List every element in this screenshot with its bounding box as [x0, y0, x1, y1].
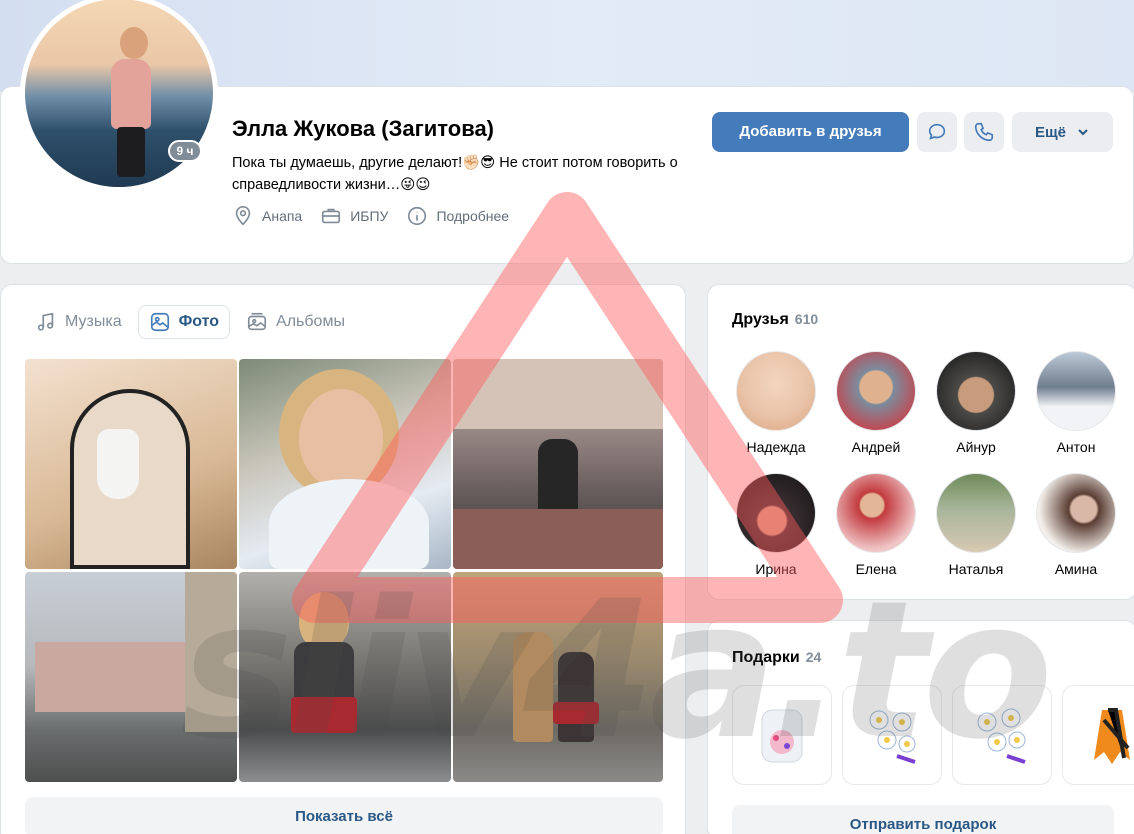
flowers-icon	[869, 710, 916, 764]
meta-work[interactable]: ИБПУ	[320, 205, 388, 227]
gifts-list	[732, 685, 1134, 785]
gift-item[interactable]	[842, 685, 942, 785]
message-icon	[928, 123, 946, 140]
candy-jar-icon	[761, 709, 803, 763]
avatar	[836, 473, 916, 553]
albums-icon	[247, 312, 267, 331]
add-friend-button[interactable]: Добавить в друзья	[712, 112, 909, 152]
meta-city-label: Анапа	[262, 208, 303, 224]
friends-title: Друзья	[732, 311, 789, 328]
avatar	[936, 473, 1016, 553]
message-button[interactable]	[917, 112, 957, 152]
photo-thumbnail[interactable]	[239, 572, 451, 782]
avatar	[1036, 473, 1116, 553]
meta-work-label: ИБПУ	[350, 208, 389, 224]
friends-count: 610	[794, 311, 819, 327]
tab-music[interactable]: Музыка	[25, 305, 132, 339]
profile-name: Элла Жукова (Загитова)	[232, 116, 495, 141]
gifts-title: Подарки	[732, 649, 800, 666]
friend-name: Амина	[1054, 561, 1098, 577]
friend-item[interactable]: Елена	[826, 473, 926, 577]
avatar	[736, 473, 816, 553]
online-time-badge: 9 ч	[168, 140, 202, 162]
photo-thumbnail[interactable]	[453, 572, 663, 782]
meta-city[interactable]: Анапа	[232, 205, 302, 227]
friend-name: Елена	[855, 561, 897, 577]
friend-name: Андрей	[851, 439, 901, 455]
photo-thumbnail[interactable]	[25, 572, 237, 782]
friend-name: Наталья	[948, 561, 1004, 577]
media-panel: Музыка Фото Альбомы Показать всё	[0, 284, 686, 834]
more-button-label: Ещё	[1034, 123, 1066, 141]
send-gift-button[interactable]: Отправить подарок	[732, 805, 1114, 834]
gift-item[interactable]	[1062, 685, 1134, 785]
gift-item[interactable]	[952, 685, 1052, 785]
flowers-icon	[977, 708, 1026, 764]
friend-item[interactable]: Надежда	[726, 351, 826, 455]
meta-details[interactable]: Подробнее	[406, 205, 509, 227]
more-button[interactable]: Ещё	[1012, 112, 1113, 152]
gifts-count: 24	[805, 649, 822, 665]
call-button[interactable]	[964, 112, 1004, 152]
gifts-header[interactable]: Подарки 24	[732, 649, 821, 667]
info-icon	[408, 206, 427, 226]
media-tabs: Музыка Фото Альбомы	[25, 305, 355, 339]
friend-item[interactable]: Антон	[1026, 351, 1126, 455]
phone-icon	[974, 122, 994, 142]
location-pin-icon	[235, 206, 251, 226]
friend-name: Айнур	[956, 439, 996, 455]
friend-name: Антон	[1056, 439, 1096, 455]
tab-photos[interactable]: Фото	[137, 305, 231, 339]
photo-grid	[25, 359, 663, 783]
friends-list: Надежда Андрей Айнур Антон Ирина Елена Н…	[726, 351, 1126, 577]
profile-meta: Анапа ИБПУ Подробнее	[232, 205, 509, 227]
friend-item[interactable]: Наталья	[926, 473, 1026, 577]
avatar	[736, 351, 816, 431]
ribbon-icon	[1094, 708, 1130, 764]
photo-thumbnail[interactable]	[453, 359, 663, 569]
meta-details-label: Подробнее	[436, 208, 510, 224]
friend-name: Ирина	[755, 561, 797, 577]
tab-albums[interactable]: Альбомы	[236, 305, 355, 339]
photo-thumbnail[interactable]	[25, 359, 237, 569]
tab-albums-label: Альбомы	[276, 313, 345, 330]
profile-status: Пока ты думаешь, другие делают!✊🏻😎 Не ст…	[232, 155, 678, 193]
music-note-icon	[37, 312, 54, 331]
friend-item[interactable]: Айнур	[926, 351, 1026, 455]
friends-header[interactable]: Друзья 610	[732, 311, 818, 329]
friend-item[interactable]: Ирина	[726, 473, 826, 577]
tab-music-label: Музыка	[65, 313, 122, 330]
friend-name: Надежда	[746, 439, 806, 455]
avatar	[936, 351, 1016, 431]
avatar	[836, 351, 916, 431]
gift-item[interactable]	[732, 685, 832, 785]
chevron-down-icon	[1078, 129, 1088, 136]
profile-avatar[interactable]	[20, 0, 218, 192]
friend-item[interactable]: Андрей	[826, 351, 926, 455]
friends-panel: Друзья 610 Надежда Андрей Айнур Антон Ири…	[707, 284, 1134, 600]
friend-item[interactable]: Амина	[1026, 473, 1126, 577]
photo-icon	[150, 312, 169, 332]
avatar	[1036, 351, 1116, 431]
briefcase-icon	[322, 208, 341, 224]
photo-thumbnail[interactable]	[239, 359, 451, 569]
show-all-photos-button[interactable]: Показать всё	[25, 797, 663, 834]
gifts-panel: Подарки 24 Отправить подарок	[707, 620, 1134, 834]
tab-photos-label: Фото	[178, 313, 220, 330]
